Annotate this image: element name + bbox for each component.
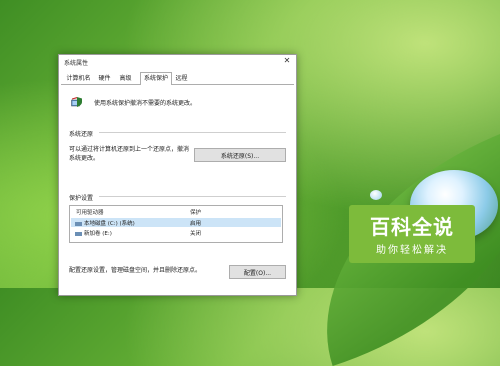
system-restore-button[interactable]: 系统还原(S)... — [194, 148, 286, 162]
protection-status: 启用 — [190, 221, 202, 227]
table-row[interactable]: 本地磁盘 (C:) (系统) 启用 — [71, 218, 281, 227]
protection-settings-divider — [99, 196, 286, 197]
column-header-drive[interactable]: 可用驱动器 — [76, 208, 104, 216]
configure-description: 配置还原设置，管理磁盘空间，并且删除还原点。 — [69, 267, 202, 274]
system-restore-description-line2: 系统更改。 — [69, 155, 100, 162]
baike-watermark: 百科全说 助你轻松解决 — [349, 205, 475, 263]
protection-settings-heading: 保护设置 — [69, 195, 94, 202]
system-restore-heading: 系统还原 — [69, 131, 94, 138]
watermark-subtitle: 助你轻松解决 — [376, 245, 448, 256]
table-row[interactable]: 新加卷 (E:) 关闭 — [71, 228, 281, 237]
system-protection-panel: 使用系统保护撤消不需要的系统更改。 系统还原 可以通过将计算机还原到上一个还原点… — [63, 85, 292, 295]
system-restore-divider — [99, 132, 286, 133]
close-icon[interactable]: ✕ — [282, 56, 292, 66]
tab-hardware[interactable]: 硬件 — [94, 72, 115, 84]
drive-name: 新加卷 (E:) — [84, 231, 112, 237]
water-drop-small — [370, 190, 382, 200]
tab-computer-name[interactable]: 计算机名 — [61, 72, 96, 84]
protection-status: 关闭 — [190, 231, 202, 237]
drive-table: 可用驱动器 保护 本地磁盘 (C:) (系统) 启用 新加卷 (E:) 关闭 — [69, 205, 283, 243]
tab-advanced[interactable]: 高级 — [115, 72, 136, 84]
window-title: 系统属性 — [64, 60, 89, 67]
watermark-title: 百科全说 — [370, 215, 454, 239]
drive-icon — [75, 221, 82, 226]
intro-text: 使用系统保护撤消不需要的系统更改。 — [94, 100, 197, 107]
column-header-protection[interactable]: 保护 — [190, 208, 201, 216]
drive-name: 本地磁盘 (C:) (系统) — [84, 221, 135, 227]
system-properties-dialog: 系统属性 ✕ 计算机名 硬件 高级 系统保护 远程 使用系统保护撤消不需要的系统… — [58, 54, 297, 296]
system-protection-shield-icon — [71, 97, 82, 107]
drive-icon — [75, 231, 82, 236]
title-bar[interactable]: 系统属性 ✕ — [59, 55, 296, 69]
system-restore-description-line1: 可以通过将计算机还原到上一个还原点，撤消 — [69, 146, 190, 153]
configure-button[interactable]: 配置(O)... — [229, 265, 286, 279]
tab-remote[interactable]: 远程 — [171, 72, 192, 84]
tab-system-protection[interactable]: 系统保护 — [140, 72, 172, 85]
